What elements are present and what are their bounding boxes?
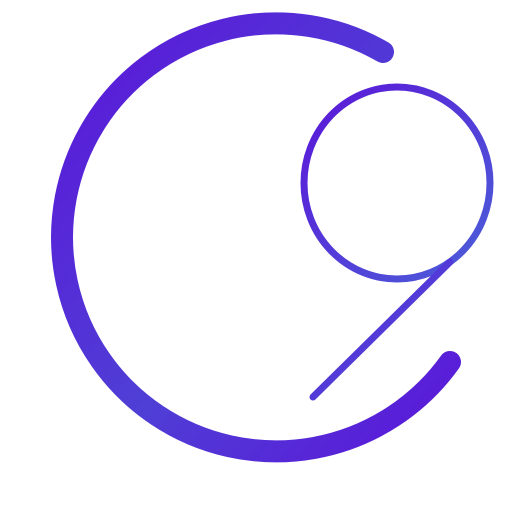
logo-canvas <box>0 0 512 512</box>
nine-loop-shape <box>300 83 494 283</box>
c9-logo-icon <box>51 12 494 463</box>
